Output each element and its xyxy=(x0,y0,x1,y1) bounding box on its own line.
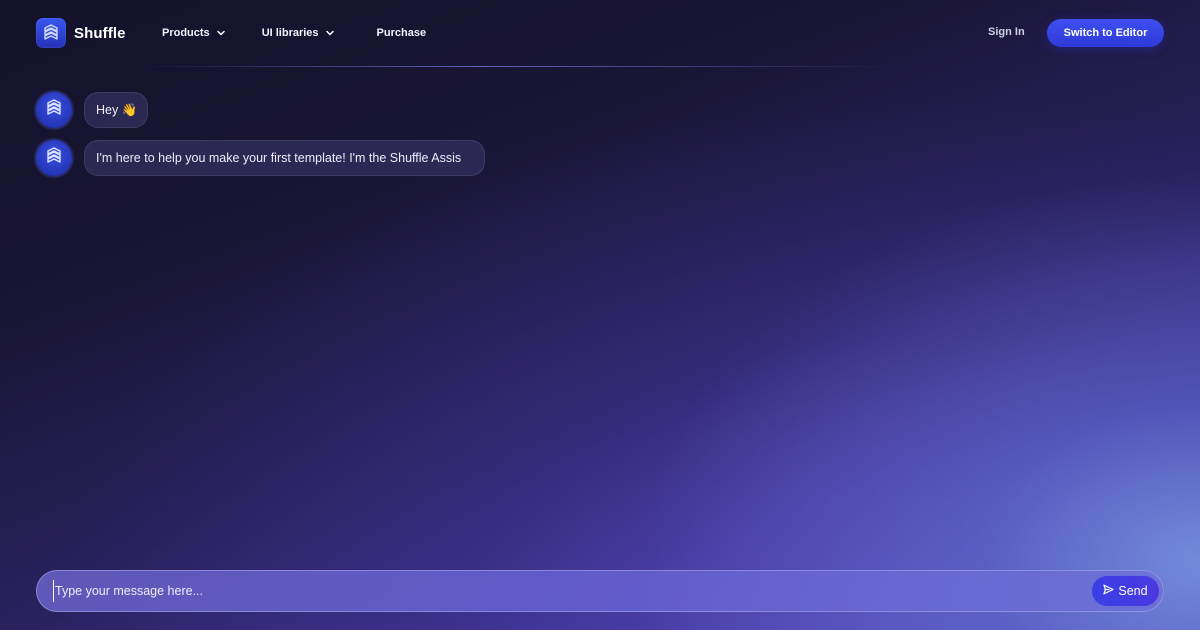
header-divider xyxy=(140,66,900,67)
main-nav: Products UI libraries Purchase xyxy=(162,24,426,42)
assistant-avatar xyxy=(36,92,72,128)
nav-purchase-label: Purchase xyxy=(376,27,427,39)
send-icon xyxy=(1103,584,1115,598)
nav-purchase[interactable]: Purchase xyxy=(377,24,427,42)
brand-name: Shuffle xyxy=(74,24,126,42)
switch-to-editor-button[interactable]: Switch to Editor xyxy=(1047,19,1164,47)
message-composer: Send xyxy=(36,570,1164,612)
chat-message: Hey 👋 xyxy=(84,92,148,128)
shuffle-logo-icon xyxy=(36,18,66,48)
sign-in-link[interactable]: Sign In xyxy=(988,26,1025,38)
send-button[interactable]: Send xyxy=(1092,576,1159,606)
chevron-down-icon xyxy=(325,28,335,38)
chat-message: I'm here to help you make your first tem… xyxy=(84,140,485,176)
top-navbar: Shuffle Products UI libraries Purchase S… xyxy=(0,0,1200,66)
message-input[interactable] xyxy=(53,580,1075,602)
chevron-down-icon xyxy=(216,28,226,38)
nav-products-label: Products xyxy=(162,27,210,39)
nav-ui-libraries[interactable]: UI libraries xyxy=(262,24,335,42)
nav-ui-libraries-label: UI libraries xyxy=(261,27,319,39)
brand-logo[interactable]: Shuffle xyxy=(36,18,126,48)
shuffle-logo-icon xyxy=(47,146,61,170)
send-label: Send xyxy=(1118,584,1148,598)
shuffle-logo-icon xyxy=(47,98,61,122)
nav-products[interactable]: Products xyxy=(162,24,226,42)
assistant-avatar xyxy=(36,140,72,176)
